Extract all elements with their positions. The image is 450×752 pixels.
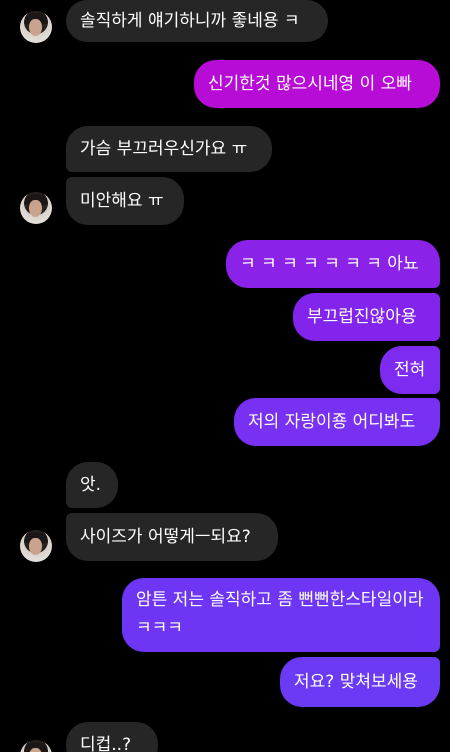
outgoing-message[interactable]: 전혀 [380, 346, 440, 394]
contact-avatar[interactable] [20, 530, 52, 562]
outgoing-message[interactable]: 암튼 저는 솔직하고 좀 뻔뻔한스타일이라 ㅋㅋㅋ [122, 578, 440, 652]
outgoing-message[interactable]: 저요? 맞쳐보세용 [280, 657, 440, 707]
incoming-message[interactable]: 디컵..? [66, 722, 158, 752]
chat-thread: 솔직하게 얘기하니까 좋네용 ㅋ 신기한것 많으시네영 이 오빠 가슴 부끄러우… [0, 0, 450, 752]
incoming-message[interactable]: 가슴 부끄러우신가요 ㅠ [66, 126, 272, 172]
incoming-message[interactable]: 미안해요 ㅠ [66, 177, 184, 225]
avatar-face [29, 538, 42, 555]
incoming-message[interactable]: 사이즈가 어떻게ㅡ되요? [66, 513, 278, 561]
outgoing-message[interactable]: 저의 자랑이죵 어디봐도 [234, 398, 440, 446]
outgoing-message[interactable]: 부끄럽진않아용 [293, 293, 440, 341]
contact-avatar[interactable] [20, 11, 52, 43]
contact-avatar[interactable] [20, 192, 52, 224]
incoming-message[interactable]: 솔직하게 얘기하니까 좋네용 ㅋ [66, 0, 328, 42]
contact-avatar[interactable] [20, 740, 52, 752]
avatar-face [29, 200, 42, 217]
outgoing-message[interactable]: 신기한것 많으시네영 이 오빠 [194, 60, 440, 108]
outgoing-message[interactable]: ㅋ ㅋ ㅋ ㅋ ㅋ ㅋ ㅋ 아뇨 [226, 240, 440, 288]
avatar-face [29, 19, 42, 36]
incoming-message[interactable]: 앗. [66, 462, 118, 508]
